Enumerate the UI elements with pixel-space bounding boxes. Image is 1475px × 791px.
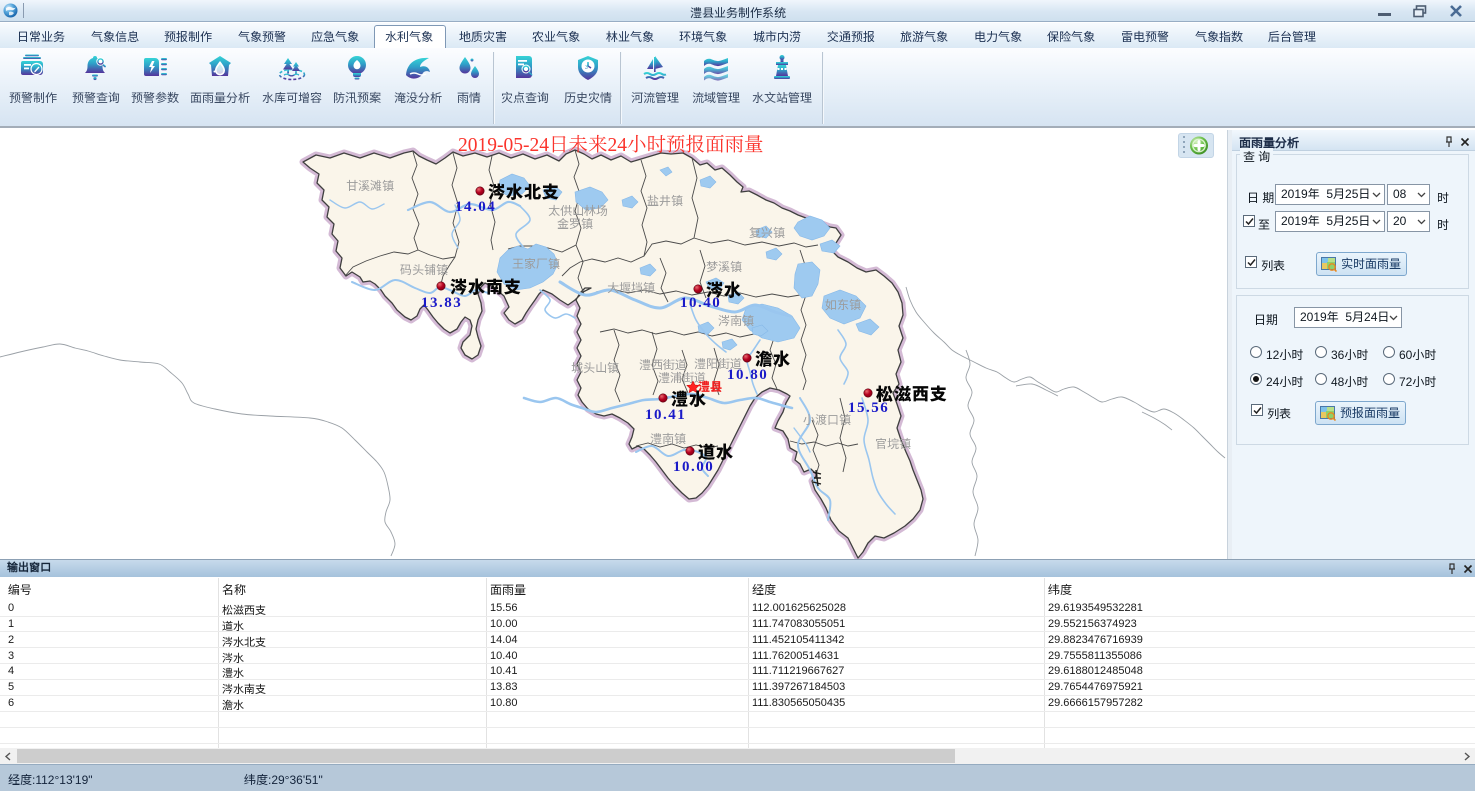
svg-text:涔南镇: 涔南镇 [718,312,754,329]
svg-text:梦溪镇: 梦溪镇 [706,258,742,275]
svg-text:14.04: 14.04 [455,199,496,215]
svg-text:小渡口镇: 小渡口镇 [803,411,851,428]
svg-text:甘溪滩镇: 甘溪滩镇 [346,177,394,194]
svg-text:金罗镇: 金罗镇 [556,215,593,232]
svg-text:城头山镇: 城头山镇 [571,359,619,376]
svg-text:澧南镇: 澧南镇 [650,430,686,447]
svg-text:15.56: 15.56 [848,400,889,416]
svg-text:王家厂镇: 王家厂镇 [512,255,560,272]
svg-text:10.00: 10.00 [673,459,714,475]
svg-text:涔水北支: 涔水北支 [488,178,560,203]
svg-text:复兴镇: 复兴镇 [749,224,785,241]
svg-text:大堰垱镇: 大堰垱镇 [607,279,655,296]
svg-text:3: 3 [585,65,588,71]
svg-text:13.83: 13.83 [421,295,462,311]
svg-text:10.80: 10.80 [727,367,768,383]
svg-text:码头铺镇: 码头铺镇 [400,261,448,278]
svg-text:盐井镇: 盐井镇 [647,192,683,209]
svg-text:10.41: 10.41 [645,407,686,423]
svg-text:如东镇: 如东镇 [825,296,861,313]
svg-text:10.40: 10.40 [680,295,721,311]
svg-text:官垸镇: 官垸镇 [875,435,911,452]
